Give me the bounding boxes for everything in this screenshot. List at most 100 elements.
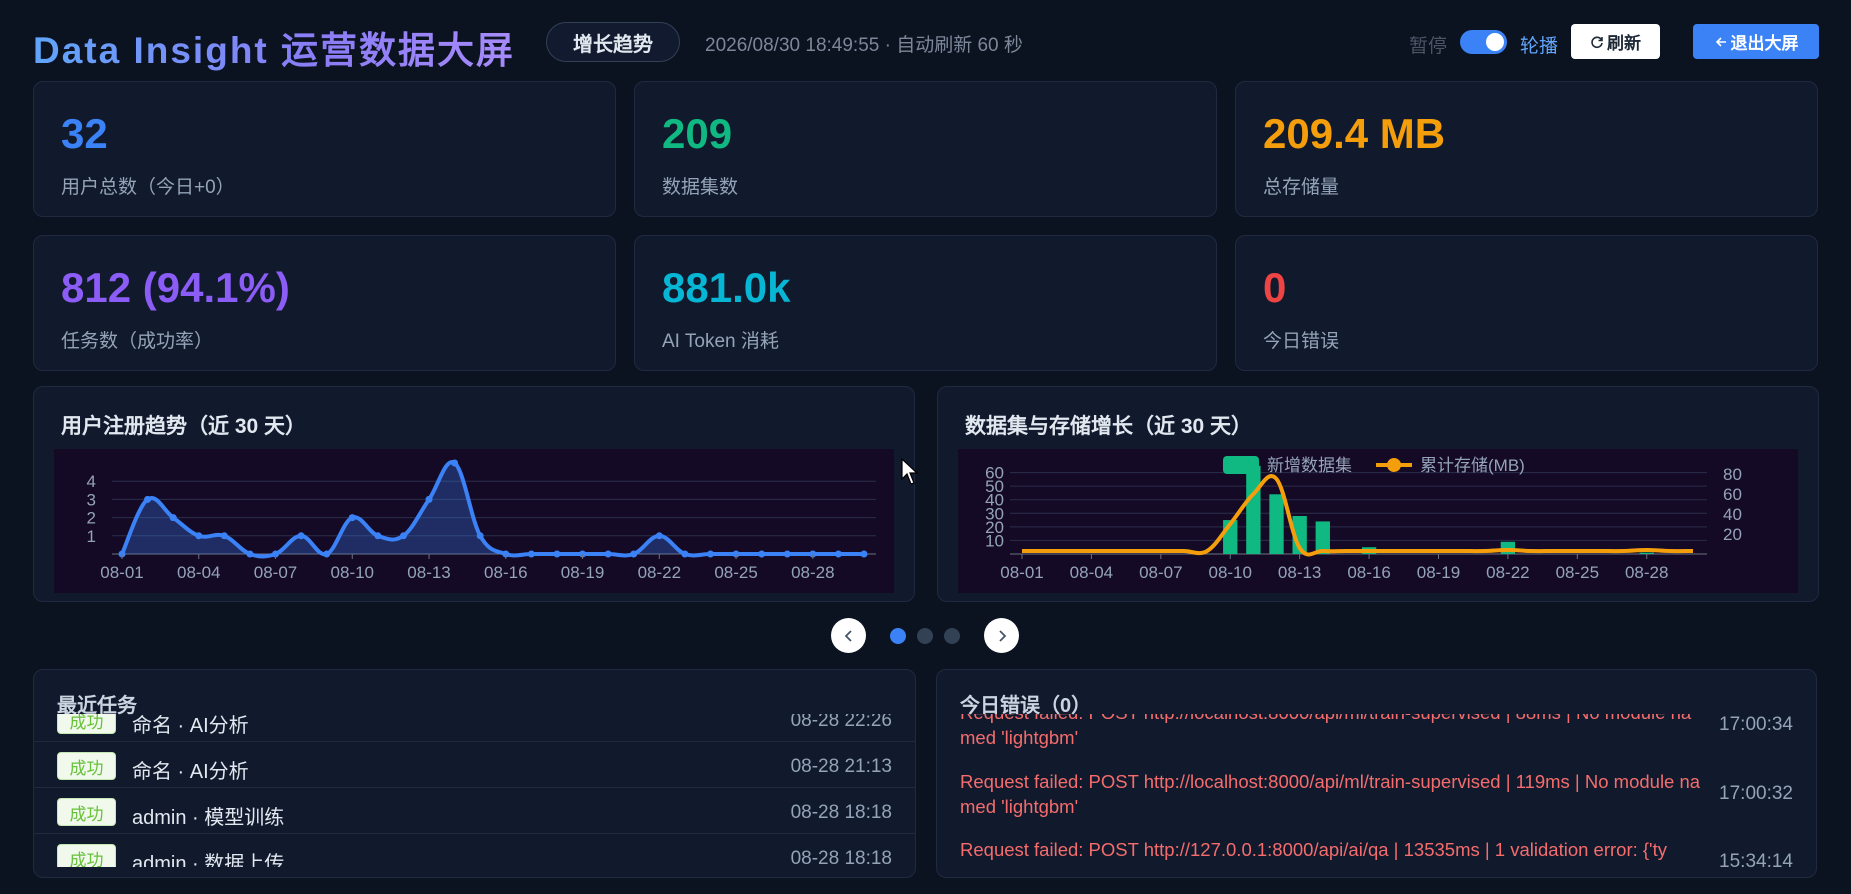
error-row[interactable]: Request failed: POST http://localhost:80… (937, 714, 1816, 762)
bar (1246, 465, 1261, 554)
data-point (681, 550, 689, 558)
data-point (783, 550, 791, 558)
recent-tasks-panel: 最近任务 成功 命名 · AI分析 08-28 22:26 成功 命名 · AI… (33, 669, 916, 878)
data-point (476, 532, 484, 540)
carousel-dot-2[interactable] (917, 628, 933, 644)
series-line (120, 460, 864, 559)
y-left-tick-label: 60 (985, 464, 1004, 483)
x-tick-label: 08-25 (714, 563, 757, 582)
stat-value: 209.4 MB (1263, 110, 1446, 157)
x-tick-label: 08-07 (254, 563, 297, 582)
x-tick-label: 08-28 (791, 563, 834, 582)
stat-card-errors: 0 今日错误 (1235, 235, 1818, 371)
y-tick-label: 1 (87, 527, 96, 546)
error-time: 15:34:14 (1719, 851, 1793, 867)
stat-label: AI Token 消耗 (662, 331, 779, 352)
data-point (451, 459, 459, 467)
carousel-next-button[interactable] (984, 618, 1019, 653)
series-line (1022, 474, 1694, 557)
status-badge: 成功 (57, 798, 116, 826)
status-badge: 成功 (57, 844, 116, 867)
arrow-left-icon (1715, 36, 1726, 47)
error-message: Request failed: POST http://localhost:80… (960, 714, 1691, 748)
task-name: 命名 · AI分析 (132, 715, 249, 737)
today-errors-panel: 今日错误（0） Request failed: POST http://loca… (936, 669, 1817, 878)
carousel-label: 轮播 (1520, 36, 1559, 57)
task-row[interactable]: 成功 admin · 模型训练 08-28 18:18 (34, 788, 915, 834)
data-point (630, 550, 638, 558)
data-point (246, 550, 254, 558)
bar (1639, 552, 1654, 554)
y-right-tick-label: 40 (1723, 505, 1742, 524)
task-name: 命名 · AI分析 (132, 761, 249, 783)
legend-swatch-bar (1223, 456, 1259, 474)
data-point (425, 495, 433, 503)
y-right-tick-label: 80 (1723, 465, 1742, 484)
exit-fullscreen-button[interactable]: 退出大屏 (1693, 24, 1819, 59)
data-point (553, 550, 561, 558)
x-tick-label: 08-22 (1486, 563, 1529, 582)
error-message: Request failed: POST http://127.0.0.1:80… (960, 839, 1667, 860)
stat-value: 32 (61, 110, 108, 157)
x-tick-label: 08-04 (1070, 563, 1113, 582)
error-row[interactable]: Request failed: POST http://127.0.0.1:80… (937, 837, 1816, 867)
page-title: Data Insight 运营数据大屏 (33, 20, 515, 74)
refresh-button[interactable]: 刷新 (1571, 24, 1660, 59)
task-list[interactable]: 成功 命名 · AI分析 08-28 22:26 成功 命名 · AI分析 08… (34, 714, 915, 867)
data-point (195, 532, 203, 540)
error-time: 17:00:34 (1719, 714, 1793, 735)
data-point (297, 532, 305, 540)
error-message: Request failed: POST http://localhost:80… (960, 771, 1701, 817)
x-tick-label: 08-16 (484, 563, 527, 582)
carousel-prev-button[interactable] (831, 618, 866, 653)
data-point (604, 550, 612, 558)
x-tick-label: 08-28 (1625, 563, 1668, 582)
stat-label: 总存储量 (1263, 177, 1340, 198)
data-point (834, 550, 842, 558)
task-time: 08-28 21:13 (790, 756, 892, 777)
task-time: 08-28 22:26 (790, 714, 892, 731)
x-tick-label: 08-22 (638, 563, 681, 582)
legend-label: 新增数据集 (1267, 456, 1352, 475)
task-row[interactable]: 成功 命名 · AI分析 08-28 22:26 (34, 714, 915, 742)
x-tick-label: 08-10 (331, 563, 374, 582)
status-badge: 成功 (57, 752, 116, 780)
x-tick-label: 08-13 (1278, 563, 1321, 582)
task-row[interactable]: 成功 admin · 数据上传 08-28 18:18 (34, 834, 915, 867)
data-point (399, 532, 407, 540)
error-row[interactable]: Request failed: POST http://localhost:80… (937, 769, 1816, 831)
legend-label: 累计存储(MB) (1420, 456, 1525, 475)
error-list[interactable]: Request failed: POST http://localhost:80… (937, 714, 1816, 867)
x-tick-label: 08-25 (1556, 563, 1599, 582)
task-row[interactable]: 成功 命名 · AI分析 08-28 21:13 (34, 742, 915, 788)
stat-value: 0 (1263, 264, 1287, 311)
stat-value: 209 (662, 110, 733, 157)
carousel-toggle[interactable] (1460, 30, 1507, 54)
data-point (706, 550, 714, 558)
stat-label: 任务数（成功率） (61, 331, 214, 352)
x-tick-label: 08-19 (561, 563, 604, 582)
user-registration-chart: 1234 08-01 08-04 08-07 08-10 08-13 08-16 08-19 0… (87, 459, 876, 582)
task-time: 08-28 18:18 (790, 802, 892, 823)
data-point (860, 550, 868, 558)
carousel-dot-3[interactable] (944, 628, 960, 644)
error-time: 17:00:32 (1719, 783, 1793, 804)
data-point (220, 532, 228, 540)
task-name: admin · 数据上传 (132, 853, 285, 867)
y-right-tick-label: 20 (1723, 525, 1742, 544)
dataset-storage-chart: 1020304050602040608008-01 08-04 08-07 08-10… (985, 456, 1742, 582)
y-right-tick-label: 60 (1723, 485, 1742, 504)
refresh-timestamp: 2026/08/30 18:49:55 · 自动刷新 60 秒 (705, 35, 1023, 56)
chart-area: 10 20 30 40 50 60 20 40 60 80 08-01 08-04 08-07 08-10… (958, 449, 1798, 593)
carousel-dot-1[interactable] (890, 628, 906, 644)
data-point (655, 532, 663, 540)
refresh-label: 刷新 (1607, 34, 1641, 53)
stat-card-datasets: 209 数据集数 (634, 81, 1217, 217)
data-point (169, 514, 177, 522)
stat-label: 数据集数 (662, 177, 739, 198)
task-name: admin · 模型训练 (132, 807, 285, 829)
data-point (323, 550, 331, 558)
bar (1500, 541, 1516, 554)
x-tick-label: 08-19 (1417, 563, 1460, 582)
section-tag: 增长趋势 (546, 22, 680, 62)
